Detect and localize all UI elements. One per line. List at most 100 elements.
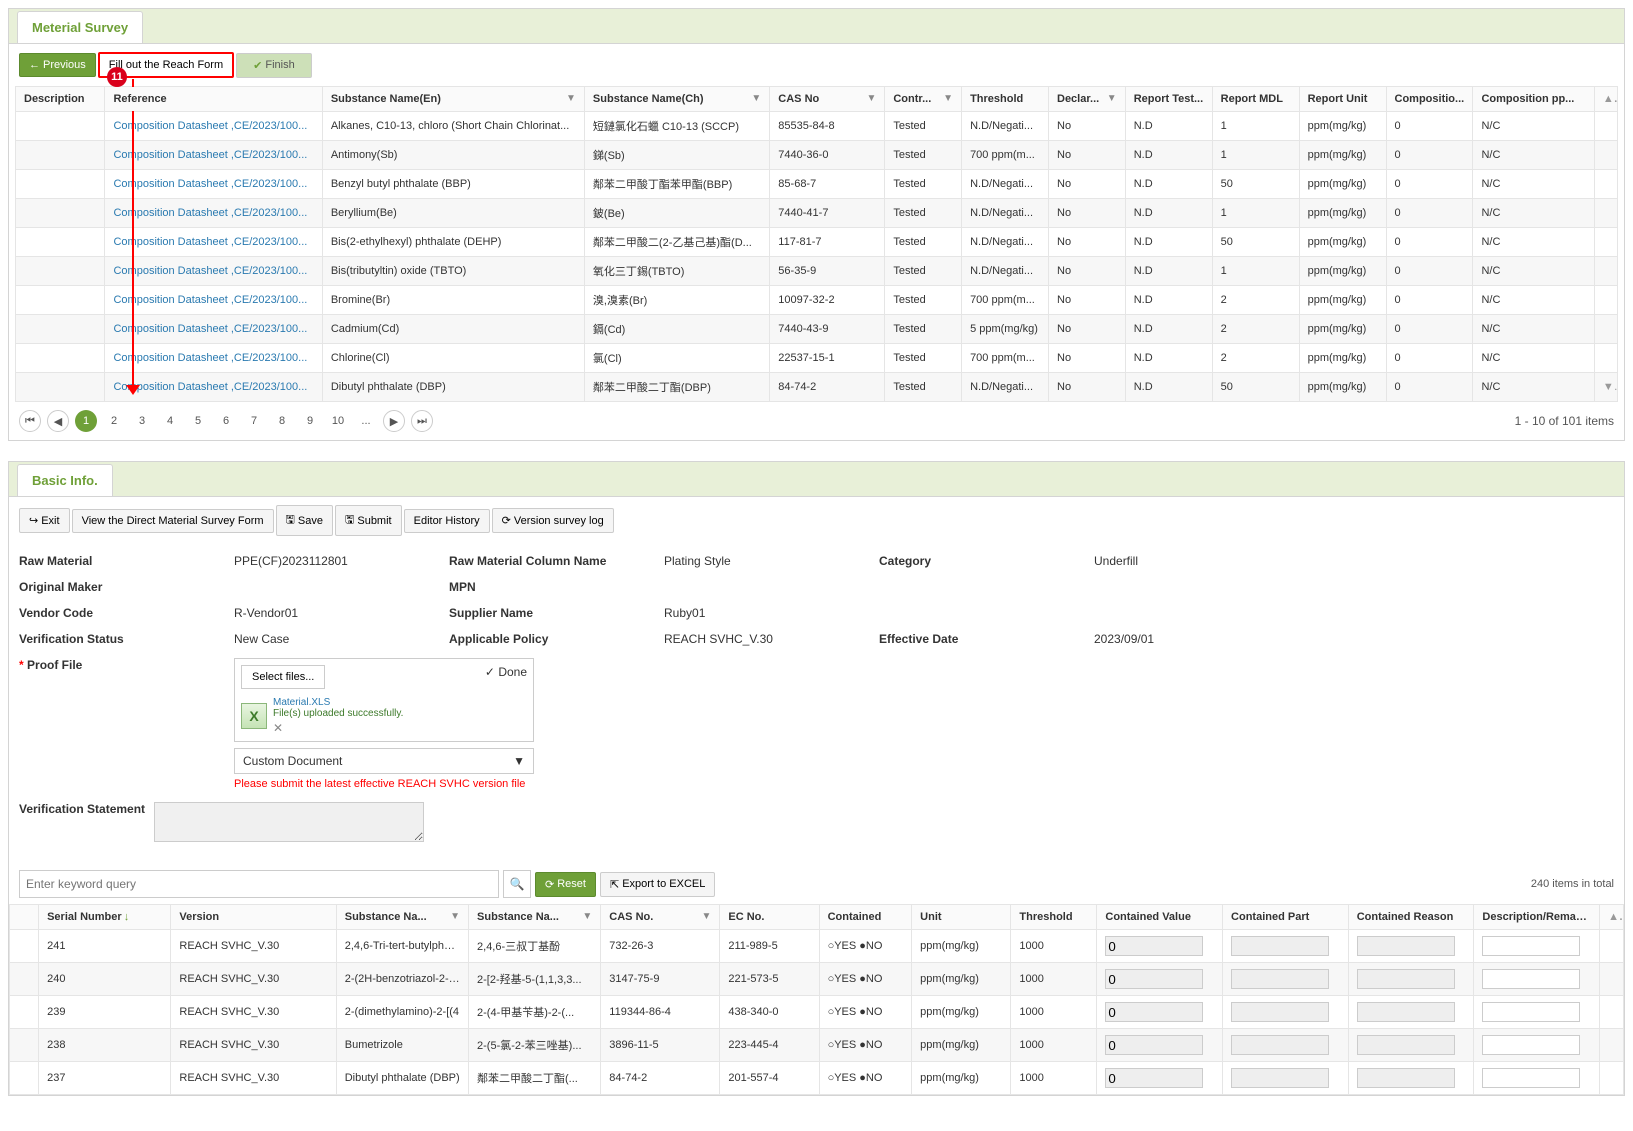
col-contained-part[interactable]: Contained Part <box>1223 905 1349 930</box>
cell-ref[interactable]: Composition Datasheet ,CE/2023/100... <box>105 141 322 170</box>
cell-ref[interactable]: Composition Datasheet ,CE/2023/100... <box>105 199 322 228</box>
pager-page-9[interactable]: 9 <box>299 410 321 432</box>
pager-page-1[interactable]: 1 <box>75 410 97 432</box>
col-version[interactable]: Version <box>171 905 336 930</box>
pager-page-5[interactable]: 5 <box>187 410 209 432</box>
filter-icon[interactable]: ▼ <box>751 93 761 104</box>
tab-basic-info[interactable]: Basic Info. <box>17 464 113 496</box>
col-sub2[interactable]: Substance Na...▼ <box>469 905 601 930</box>
table-row[interactable]: Composition Datasheet ,CE/2023/100... Be… <box>16 170 1618 199</box>
exit-button[interactable]: ↪ Exit <box>19 508 70 533</box>
cell-cont[interactable]: ○YES ●NO <box>819 963 912 996</box>
contained-value-input[interactable] <box>1105 969 1203 989</box>
table-row[interactable]: Composition Datasheet ,CE/2023/100... Be… <box>16 199 1618 228</box>
pager-page-7[interactable]: 7 <box>243 410 265 432</box>
cell-cont[interactable]: ○YES ●NO <box>819 996 912 1029</box>
col-sub1[interactable]: Substance Na...▼ <box>336 905 468 930</box>
table-row[interactable]: Composition Datasheet ,CE/2023/100... Di… <box>16 373 1618 402</box>
contained-part-input[interactable] <box>1231 936 1329 956</box>
cell-ref[interactable]: Composition Datasheet ,CE/2023/100... <box>105 228 322 257</box>
filter-icon[interactable]: ▼ <box>1107 93 1117 104</box>
contained-reason-input[interactable] <box>1357 1068 1455 1088</box>
col-report-unit[interactable]: Report Unit <box>1299 87 1386 112</box>
filter-icon[interactable]: ▼ <box>582 911 592 922</box>
scroll-down-icon[interactable]: ▼ <box>1594 373 1617 402</box>
contained-value-input[interactable] <box>1105 1002 1203 1022</box>
document-type-select[interactable]: Custom Document ▼ <box>234 748 534 774</box>
filter-icon[interactable]: ▼ <box>701 911 711 922</box>
export-excel-button[interactable]: ⇱ Export to EXCEL <box>600 872 715 897</box>
col-ec[interactable]: EC No. <box>720 905 819 930</box>
table-row[interactable]: Composition Datasheet ,CE/2023/100... Bi… <box>16 228 1618 257</box>
submit-button[interactable]: 🖫 Submit <box>335 505 402 536</box>
scroll-up-icon[interactable]: ▲ <box>1594 87 1617 112</box>
cell-ref[interactable]: Composition Datasheet ,CE/2023/100... <box>105 257 322 286</box>
contained-part-input[interactable] <box>1231 1002 1329 1022</box>
cell-ref[interactable]: Composition Datasheet ,CE/2023/100... <box>105 286 322 315</box>
pager-first-icon[interactable]: ⏮ <box>19 410 41 432</box>
pager-page-6[interactable]: 6 <box>215 410 237 432</box>
col-substance-ch[interactable]: Substance Name(Ch)▼ <box>584 87 769 112</box>
editor-history-button[interactable]: Editor History <box>404 509 490 533</box>
cell-ref[interactable]: Composition Datasheet ,CE/2023/100... <box>105 112 322 141</box>
select-files-button[interactable]: Select files... <box>241 665 325 689</box>
table-row[interactable]: Composition Datasheet ,CE/2023/100... Al… <box>16 112 1618 141</box>
filter-icon[interactable]: ▼ <box>866 93 876 104</box>
view-survey-button[interactable]: View the Direct Material Survey Form <box>72 509 274 533</box>
col-cas[interactable]: CAS No▼ <box>770 87 885 112</box>
keyword-input[interactable] <box>19 870 499 898</box>
table-row[interactable]: 238 REACH SVHC_V.30 Bumetrizole 2-(5-氯-2… <box>10 1029 1624 1062</box>
contained-part-input[interactable] <box>1231 969 1329 989</box>
contained-part-input[interactable] <box>1231 1035 1329 1055</box>
verification-statement-input[interactable] <box>154 802 424 842</box>
version-log-button[interactable]: ⟳ Version survey log <box>492 508 614 533</box>
pager-page-10[interactable]: 10 <box>327 410 349 432</box>
col-composition-pp[interactable]: Composition pp... <box>1473 87 1594 112</box>
col-report-mdl[interactable]: Report MDL <box>1212 87 1299 112</box>
table-row[interactable]: Composition Datasheet ,CE/2023/100... Ch… <box>16 344 1618 373</box>
contained-reason-input[interactable] <box>1357 1035 1455 1055</box>
contained-part-input[interactable] <box>1231 1068 1329 1088</box>
description-input[interactable] <box>1482 1002 1580 1022</box>
col-composition[interactable]: Compositio... <box>1386 87 1473 112</box>
cell-ref[interactable]: Composition Datasheet ,CE/2023/100... <box>105 315 322 344</box>
col-contr[interactable]: Contr...▼ <box>885 87 962 112</box>
description-input[interactable] <box>1482 969 1580 989</box>
pager-next-icon[interactable]: ▶ <box>383 410 405 432</box>
pager-last-icon[interactable]: ⏭ <box>411 410 433 432</box>
contained-reason-input[interactable] <box>1357 969 1455 989</box>
contained-value-input[interactable] <box>1105 1068 1203 1088</box>
filter-icon[interactable]: ▼ <box>566 93 576 104</box>
col-contained-value[interactable]: Contained Value <box>1097 905 1223 930</box>
contained-value-input[interactable] <box>1105 1035 1203 1055</box>
cell-cont[interactable]: ○YES ●NO <box>819 1062 912 1095</box>
col-declar[interactable]: Declar...▼ <box>1049 87 1126 112</box>
filter-icon[interactable]: ▼ <box>450 911 460 922</box>
pager-page-2[interactable]: 2 <box>103 410 125 432</box>
save-button[interactable]: 🖫 Save <box>276 505 333 536</box>
table-row[interactable]: 240 REACH SVHC_V.30 2-(2H-benzotriazol-2… <box>10 963 1624 996</box>
col-cas2[interactable]: CAS No.▼ <box>601 905 720 930</box>
search-icon[interactable]: 🔍 <box>503 870 531 898</box>
remove-file-icon[interactable]: ✕ <box>273 721 403 735</box>
table-row[interactable]: Composition Datasheet ,CE/2023/100... An… <box>16 141 1618 170</box>
col-contained[interactable]: Contained <box>819 905 912 930</box>
col-substance-en[interactable]: Substance Name(En)▼ <box>322 87 584 112</box>
table-row[interactable]: 239 REACH SVHC_V.30 2-(dimethylamino)-2-… <box>10 996 1624 1029</box>
cell-cont[interactable]: ○YES ●NO <box>819 1029 912 1062</box>
col-contained-reason[interactable]: Contained Reason <box>1348 905 1474 930</box>
col-description[interactable]: Description <box>16 87 105 112</box>
sort-down-icon[interactable]: ↓ <box>124 911 130 923</box>
reset-button[interactable]: ⟳ Reset <box>535 872 596 897</box>
description-input[interactable] <box>1482 1068 1580 1088</box>
col-threshold[interactable]: Threshold <box>962 87 1049 112</box>
scroll-up-icon[interactable]: ▲ <box>1600 905 1624 930</box>
cell-ref[interactable]: Composition Datasheet ,CE/2023/100... <box>105 170 322 199</box>
col-report-test[interactable]: Report Test... <box>1125 87 1212 112</box>
col-serial[interactable]: Serial Number↓ <box>39 905 171 930</box>
pager-page-4[interactable]: 4 <box>159 410 181 432</box>
table-row[interactable]: Composition Datasheet ,CE/2023/100... Bi… <box>16 257 1618 286</box>
col-unit[interactable]: Unit <box>912 905 1011 930</box>
contained-reason-input[interactable] <box>1357 936 1455 956</box>
finish-button[interactable]: ✔ Finish <box>236 53 312 78</box>
